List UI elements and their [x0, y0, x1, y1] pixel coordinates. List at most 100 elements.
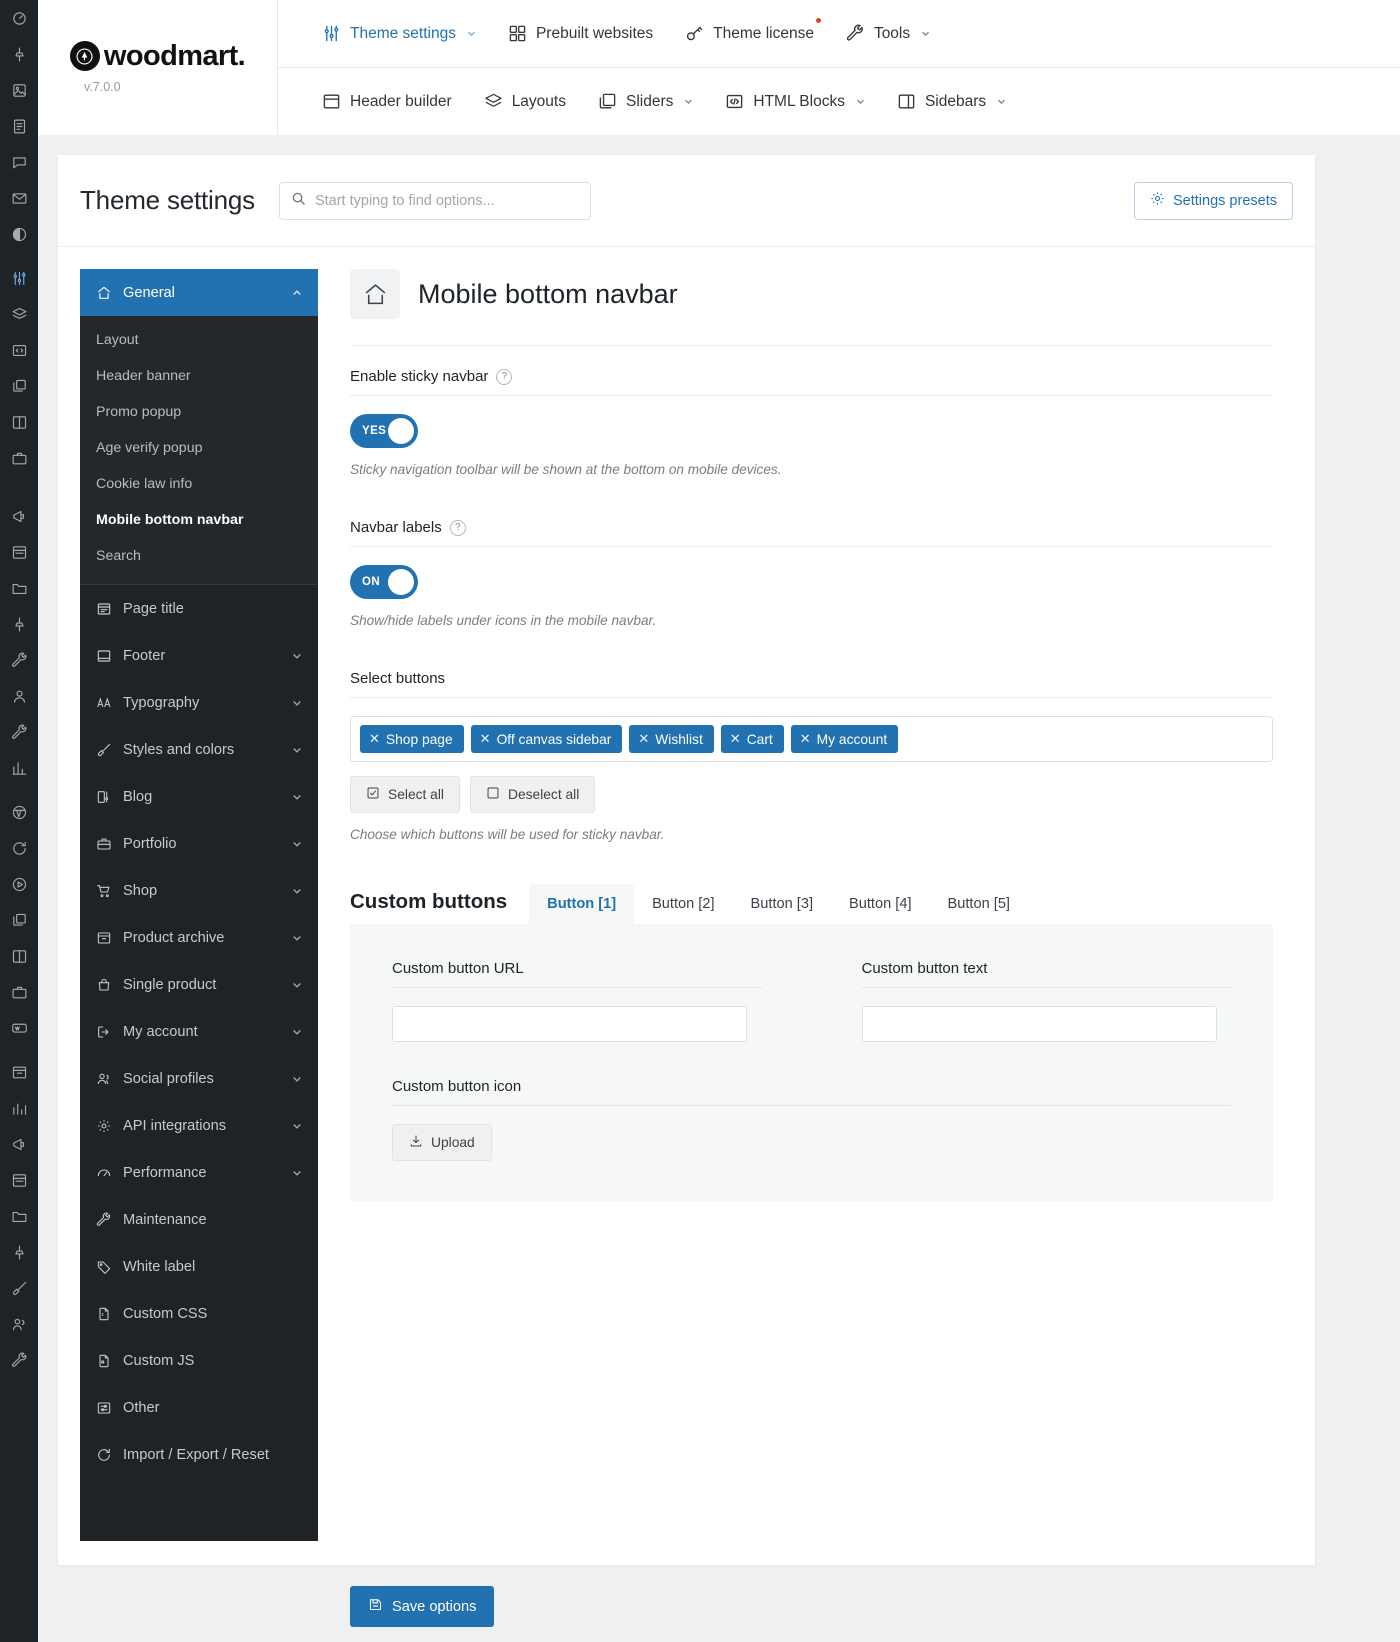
sidebar-item-layout[interactable]: Layout [80, 322, 318, 358]
sidebar-item-cookie-law-info[interactable]: Cookie law info [80, 466, 318, 502]
copy-icon[interactable] [0, 368, 38, 404]
mail-icon[interactable] [0, 180, 38, 216]
refresh-icon[interactable] [0, 830, 38, 866]
wrench-icon[interactable] [0, 714, 38, 750]
tag-wishlist[interactable]: ✕ Wishlist [629, 725, 714, 753]
save-options-button[interactable]: Save options [350, 1586, 495, 1627]
tab-button-5[interactable]: Button [5] [930, 884, 1028, 924]
sidebar-item-age-verify-popup[interactable]: Age verify popup [80, 430, 318, 466]
remove-icon[interactable]: ✕ [800, 731, 811, 747]
plug-icon[interactable] [0, 642, 38, 678]
sidebar-item-product-archive[interactable]: Product archive [80, 914, 318, 961]
upload-button[interactable]: Upload [392, 1124, 492, 1161]
help-icon[interactable]: ? [449, 519, 466, 536]
search-box[interactable] [278, 181, 591, 220]
custom-button-text-input[interactable] [861, 1006, 1217, 1042]
briefcase2-icon[interactable] [0, 974, 38, 1010]
help-icon[interactable]: ? [496, 368, 513, 385]
columns2-icon[interactable] [0, 938, 38, 974]
brush-icon[interactable] [0, 1270, 38, 1306]
analytics-icon[interactable] [0, 1090, 38, 1126]
briefcase-icon[interactable] [0, 440, 38, 476]
tab-button-3[interactable]: Button [3] [733, 884, 831, 924]
list-icon[interactable] [0, 534, 38, 570]
folder-icon[interactable] [0, 570, 38, 606]
code-icon[interactable] [0, 332, 38, 368]
sidebar-item-api-integrations[interactable]: API integrations [80, 1102, 318, 1149]
layers-icon[interactable] [0, 296, 38, 332]
sidebar-item-promo-popup[interactable]: Promo popup [80, 394, 318, 430]
tab-button-4[interactable]: Button [4] [831, 884, 929, 924]
sidebar-item-custom-css[interactable]: Custom CSS [80, 1290, 318, 1337]
pages-icon[interactable] [0, 108, 38, 144]
select-buttons-tagbox[interactable]: ✕ Shop page ✕ Off canvas sidebar ✕ Wishlist… [350, 716, 1273, 762]
sidebar-item-custom-js[interactable]: Custom JS [80, 1337, 318, 1384]
sidebar-item-footer[interactable]: Footer [80, 632, 318, 679]
sidebar-item-typography[interactable]: Typography [80, 679, 318, 726]
deselect-all-button[interactable]: Deselect all [469, 776, 596, 813]
nav-layouts[interactable]: Layouts [468, 68, 582, 135]
tab-button-1[interactable]: Button [1] [529, 884, 635, 924]
sidebar-item-blog[interactable]: Blog [80, 773, 318, 820]
settings-presets-button[interactable]: Settings presets [1134, 181, 1293, 220]
chart-icon[interactable] [0, 750, 38, 786]
sidebar-item-single-product[interactable]: Single product [80, 961, 318, 1008]
sidebar-item-page-title[interactable]: Page title [80, 585, 318, 632]
nav-theme-settings[interactable]: Theme settings [306, 0, 492, 67]
wordpress-icon[interactable] [0, 794, 38, 830]
sliders-icon[interactable] [0, 260, 38, 296]
user-icon[interactable] [0, 678, 38, 714]
sidebar-item-mobile-bottom-navbar[interactable]: Mobile bottom navbar [80, 502, 318, 538]
columns-icon[interactable] [0, 404, 38, 440]
sidebar-item-my-account[interactable]: My account [80, 1008, 318, 1055]
sidebar-item-white-label[interactable]: White label [80, 1243, 318, 1290]
marketing-icon[interactable] [0, 1126, 38, 1162]
woo-icon[interactable] [0, 1010, 38, 1046]
search-input[interactable] [314, 192, 579, 209]
list2-icon[interactable] [0, 1162, 38, 1198]
sidebar-item-maintenance[interactable]: Maintenance [80, 1196, 318, 1243]
nav-sidebars[interactable]: Sidebars [881, 68, 1022, 135]
navbar-labels-toggle[interactable]: ON [350, 565, 418, 599]
contrast-icon[interactable] [0, 216, 38, 252]
tag-my-account[interactable]: ✕ My account [790, 725, 899, 753]
remove-icon[interactable]: ✕ [730, 731, 741, 747]
comments-icon[interactable] [0, 144, 38, 180]
sidebar-item-search[interactable]: Search [80, 538, 318, 574]
megaphone-icon[interactable] [0, 498, 38, 534]
nav-prebuilt-websites[interactable]: Prebuilt websites [492, 0, 669, 67]
copy2-icon[interactable] [0, 902, 38, 938]
sidebar-item-header-banner[interactable]: Header banner [80, 358, 318, 394]
nav-tools[interactable]: Tools [830, 0, 946, 67]
pin-icon[interactable] [0, 36, 38, 72]
pin2-icon[interactable] [0, 606, 38, 642]
remove-icon[interactable]: ✕ [369, 731, 380, 747]
nav-theme-license[interactable]: Theme license [669, 0, 830, 67]
tag-shop-page[interactable]: ✕ Shop page [360, 725, 464, 753]
remove-icon[interactable]: ✕ [480, 731, 491, 747]
media-icon[interactable] [0, 72, 38, 108]
sidebar-item-performance[interactable]: Performance [80, 1149, 318, 1196]
sidebar-item-portfolio[interactable]: Portfolio [80, 820, 318, 867]
archive-icon[interactable] [0, 1054, 38, 1090]
custom-button-url-input[interactable] [392, 1006, 747, 1042]
sidebar-item-social-profiles[interactable]: Social profiles [80, 1055, 318, 1102]
tab-button-2[interactable]: Button [2] [634, 884, 732, 924]
tools-icon[interactable] [0, 1342, 38, 1378]
sidebar-group-general[interactable]: General [80, 269, 318, 316]
tag-cart[interactable]: ✕ Cart [720, 725, 784, 753]
folder2-icon[interactable] [0, 1198, 38, 1234]
sidebar-item-shop[interactable]: Shop [80, 867, 318, 914]
nav-header-builder[interactable]: Header builder [306, 68, 468, 135]
dashboard-icon[interactable] [0, 0, 38, 36]
nav-sliders[interactable]: Sliders [582, 68, 709, 135]
sidebar-item-styles-and-colors[interactable]: Styles and colors [80, 726, 318, 773]
select-all-button[interactable]: Select all [350, 776, 460, 813]
users-icon[interactable] [0, 1306, 38, 1342]
sticky-navbar-toggle[interactable]: YES [350, 414, 418, 448]
sidebar-item-import-export-reset[interactable]: Import / Export / Reset [80, 1431, 318, 1478]
remove-icon[interactable]: ✕ [638, 731, 649, 747]
pin3-icon[interactable] [0, 1234, 38, 1270]
play-icon[interactable] [0, 866, 38, 902]
sidebar-item-other[interactable]: Other [80, 1384, 318, 1431]
